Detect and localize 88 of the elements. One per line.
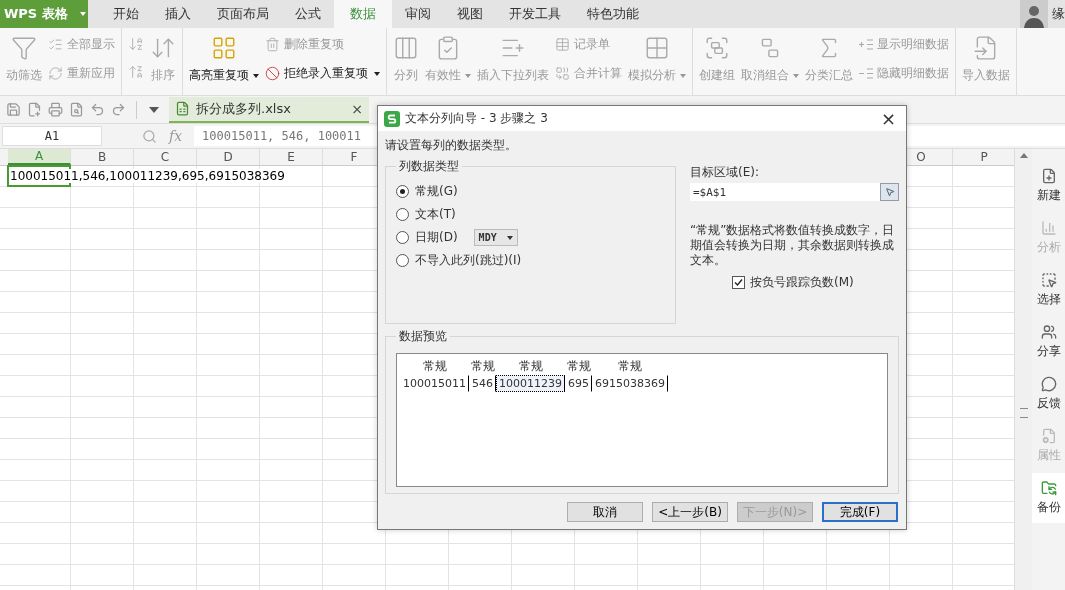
users-icon: [1040, 324, 1057, 340]
ribbon-button[interactable]: 高亮重复项: [189, 31, 259, 95]
minus-icon: [859, 68, 873, 79]
preview-cell[interactable]: 100011239: [496, 375, 565, 392]
menu-tab[interactable]: 特色功能: [574, 0, 652, 28]
avatar[interactable]: [1020, 0, 1048, 28]
preview-header: 常规: [617, 358, 643, 375]
checkbox-label[interactable]: 按负号跟踪负数(M): [750, 274, 854, 291]
preview-header: 常规: [421, 358, 448, 375]
range-picker-icon[interactable]: [880, 183, 899, 201]
radio-button[interactable]: [396, 185, 409, 198]
description-text: “常规”数据格式将数值转换成数字，日期值会转换为日期，其余数据则转换成文本。: [690, 223, 896, 268]
folder-sync-icon: [1040, 480, 1057, 496]
user-name[interactable]: 缘: [1052, 5, 1065, 23]
blocked-icon: [265, 66, 280, 81]
select-icon: [1040, 272, 1057, 288]
grid-icon: [644, 35, 670, 61]
preview-cell[interactable]: 6915038369: [592, 375, 668, 392]
dialog-title: 文本分列向导 - 3 步骤之 3: [405, 110, 549, 127]
new-file-icon: [1040, 168, 1057, 184]
menu-tab[interactable]: 数据: [334, 0, 392, 28]
menu-tab[interactable]: 开发工具: [496, 0, 574, 28]
chat-icon: [1040, 376, 1057, 392]
dialog-button[interactable]: <上一步(B): [652, 502, 728, 522]
print-icon[interactable]: [48, 102, 63, 117]
scroll-up-arrow[interactable]: [1019, 153, 1028, 158]
close-button[interactable]: ×: [876, 108, 900, 129]
side-panel-item[interactable]: 选择: [1032, 265, 1065, 315]
table-icon: [555, 37, 570, 52]
plus-icon: [859, 39, 873, 50]
name-box[interactable]: A1: [2, 126, 102, 146]
preview-header: 常规: [469, 358, 496, 375]
file-plus-icon[interactable]: [27, 102, 42, 117]
instruction-text: 请设置每列的数据类型。: [385, 137, 518, 154]
document-tab[interactable]: 拆分成多列.xlsx ×: [169, 96, 369, 123]
checkbox[interactable]: [732, 276, 745, 289]
dropdown-caret-icon[interactable]: [147, 106, 159, 113]
preview-cell[interactable]: 695: [565, 375, 592, 392]
column-header[interactable]: C: [134, 149, 197, 165]
side-panel-item[interactable]: 分享: [1032, 317, 1065, 367]
radio-label[interactable]: 不导入此列(跳过)(I): [415, 252, 522, 269]
radio-label[interactable]: 日期(D): [415, 229, 458, 246]
group-label: 数据预览: [398, 328, 448, 345]
chart-icon: [1040, 220, 1057, 236]
menu-tab[interactable]: 页面布局: [204, 0, 282, 28]
side-panel-item[interactable]: 新建: [1032, 161, 1065, 211]
menu-tab[interactable]: 插入: [152, 0, 204, 28]
print-preview-icon[interactable]: [69, 102, 84, 117]
date-format-dropdown[interactable]: MDY: [473, 229, 518, 246]
column-header[interactable]: B: [71, 149, 134, 165]
radio-button[interactable]: [396, 231, 409, 244]
menu-tab[interactable]: 开始: [100, 0, 152, 28]
preview-cell[interactable]: 100015011: [400, 375, 469, 392]
dialog-button[interactable]: 完成(F): [822, 502, 898, 522]
side-panel-item[interactable]: 反馈: [1032, 369, 1065, 419]
combine-icon: [555, 66, 570, 81]
save-icon[interactable]: [6, 102, 21, 117]
radio-label[interactable]: 文本(T): [415, 206, 456, 223]
undo-icon[interactable]: [90, 102, 105, 117]
refresh-icon: [48, 66, 63, 81]
side-panel-item[interactable]: 备份: [1032, 473, 1065, 523]
preview-header: 常规: [565, 358, 592, 375]
group-label: 列数据类型: [398, 158, 460, 175]
column-header[interactable]: D: [197, 149, 260, 165]
field-label: 目标区域(E):: [690, 164, 760, 181]
spreadsheet-file-icon: [175, 101, 190, 116]
column-header[interactable]: E: [260, 149, 323, 165]
menu-tab[interactable]: 视图: [444, 0, 496, 28]
dialog-button[interactable]: 取消: [567, 502, 643, 522]
preview-header: 常规: [517, 358, 544, 375]
ribbon-button[interactable]: 拒绝录入重复项: [265, 65, 380, 82]
scroll-grip-icon[interactable]: [1019, 408, 1028, 418]
grid-icon: [211, 35, 237, 61]
close-tab-button[interactable]: ×: [351, 100, 363, 117]
columns-icon: [393, 35, 419, 61]
radio-button[interactable]: [396, 254, 409, 267]
menu-tab[interactable]: 审阅: [392, 0, 444, 28]
search-icon[interactable]: [142, 128, 157, 144]
file-settings-icon: [1040, 428, 1057, 444]
app-logo-icon: [384, 110, 400, 127]
cell-text: 100015011,546,100011239,695,6915038369: [10, 169, 285, 183]
radio-label[interactable]: 常规(G): [415, 183, 458, 200]
menu-tab[interactable]: 公式: [282, 0, 334, 28]
group-icon: [704, 35, 730, 61]
radio-button[interactable]: [396, 208, 409, 221]
redo-icon[interactable]: [111, 102, 126, 117]
trash-icon: [265, 37, 280, 52]
target-field[interactable]: =$A$1: [690, 183, 899, 201]
